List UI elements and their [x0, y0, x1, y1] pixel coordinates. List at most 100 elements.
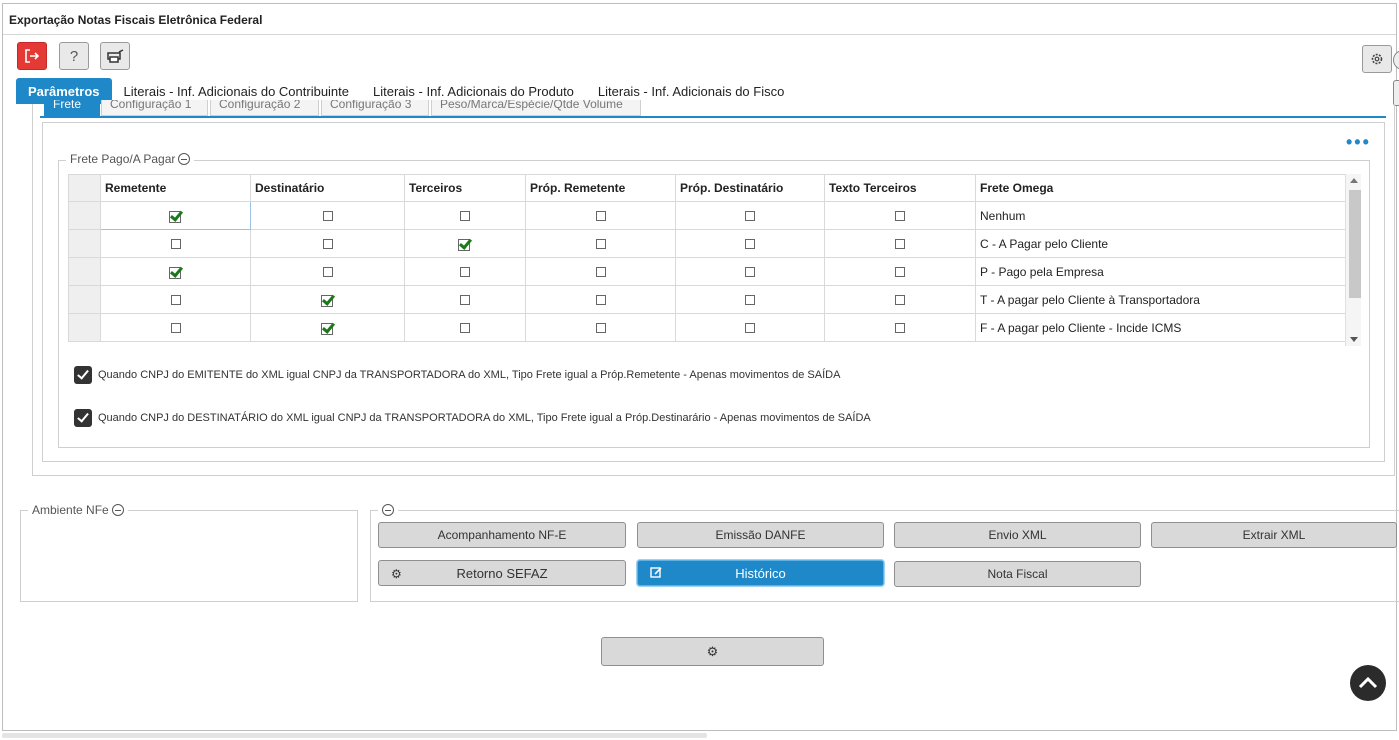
row-header[interactable] [68, 257, 101, 286]
checkbox[interactable] [595, 323, 606, 334]
envio-xml-button[interactable]: Envio XML [894, 522, 1141, 548]
subtab-peso-marca[interactable]: Peso/Marca/Espécie/Qtde Volume [431, 100, 641, 116]
col-destinatario[interactable]: Destinatário [250, 174, 405, 202]
col-frete-omega[interactable]: Frete Omega [975, 174, 1346, 202]
grid-cell[interactable] [404, 229, 526, 258]
scroll-up-icon[interactable] [1350, 178, 1358, 183]
grid-cell[interactable] [824, 313, 976, 342]
checkbox[interactable] [595, 267, 606, 278]
checkbox-checked[interactable] [168, 266, 183, 280]
subtab-configuracao-3[interactable]: Configuração 3 [321, 100, 429, 116]
table-row[interactable]: P - Pago pela Empresa [68, 257, 1346, 286]
acompanhamento-button[interactable]: Acompanhamento NF-E [378, 522, 626, 548]
row-header[interactable] [68, 201, 101, 230]
option-emitente-checkbox[interactable] [74, 366, 92, 384]
checkbox[interactable] [322, 267, 333, 278]
grid-cell[interactable] [404, 285, 526, 314]
grid-cell[interactable] [824, 257, 976, 286]
checkbox[interactable] [895, 239, 905, 250]
grid-cell[interactable] [675, 229, 825, 258]
grid-cell[interactable] [824, 201, 976, 230]
checkbox[interactable] [170, 295, 181, 306]
grid-cell[interactable] [675, 257, 825, 286]
grid-cell[interactable] [824, 285, 976, 314]
grid-cell[interactable] [525, 313, 676, 342]
grid-cell[interactable] [525, 285, 676, 314]
checkbox[interactable] [895, 211, 905, 222]
option-destinatario[interactable]: Quando CNPJ do DESTINATÁRIO do XML igual… [74, 409, 871, 427]
checkbox[interactable] [895, 323, 905, 334]
checkbox[interactable] [170, 323, 181, 334]
checkbox-checked[interactable] [458, 238, 472, 252]
subtab-configuracao-1[interactable]: Configuração 1 [101, 100, 208, 116]
checkbox[interactable] [595, 239, 606, 250]
row-header[interactable] [68, 313, 101, 342]
grid-cell[interactable] [525, 229, 676, 258]
grid-cell[interactable] [404, 201, 526, 230]
grid-cell[interactable] [100, 257, 251, 286]
col-prop-remetente[interactable]: Próp. Remetente [525, 174, 676, 202]
extrair-xml-button[interactable]: Extrair XML [1151, 522, 1397, 548]
grid-cell[interactable] [250, 313, 405, 342]
row-header[interactable] [68, 229, 101, 258]
execute-button[interactable]: ⚙ [601, 637, 824, 666]
grid-cell[interactable] [404, 313, 526, 342]
table-row[interactable]: F - A pagar pelo Cliente - Incide ICMS [68, 313, 1346, 342]
edge-handle-2[interactable] [1393, 80, 1399, 106]
checkbox-checked[interactable] [320, 322, 335, 336]
subtab-configuracao-2[interactable]: Configuração 2 [210, 100, 319, 116]
option-destinatario-checkbox[interactable] [74, 409, 92, 427]
checkbox[interactable] [745, 211, 755, 222]
col-texto-terceiros[interactable]: Texto Terceiros [824, 174, 976, 202]
collapse-icon[interactable] [382, 504, 394, 516]
checkbox[interactable] [745, 323, 755, 334]
col-terceiros[interactable]: Terceiros [404, 174, 526, 202]
col-remetente[interactable]: Remetente [100, 174, 251, 202]
option-emitente[interactable]: Quando CNPJ do EMITENTE do XML igual CNP… [74, 366, 840, 384]
grid-cell[interactable] [675, 313, 825, 342]
grid-scrollbar[interactable] [1345, 174, 1361, 346]
help-button[interactable]: ? [59, 42, 89, 70]
col-prop-destinatario[interactable]: Próp. Destinatário [675, 174, 825, 202]
print-button[interactable] [100, 42, 130, 70]
collapse-icon[interactable] [178, 153, 191, 165]
checkbox[interactable] [745, 239, 755, 250]
grid-cell[interactable] [675, 285, 825, 314]
grid-cell[interactable] [675, 201, 825, 230]
grid-cell[interactable] [100, 313, 251, 342]
scroll-to-top-button[interactable] [1350, 665, 1386, 701]
grid-cell[interactable] [100, 201, 251, 230]
checkbox[interactable] [460, 323, 470, 334]
checkbox[interactable] [460, 295, 470, 306]
grid-cell[interactable] [404, 257, 526, 286]
subtab-frete[interactable]: Frete [44, 100, 100, 116]
checkbox[interactable] [745, 267, 755, 278]
collapse-icon[interactable] [111, 504, 124, 516]
scroll-thumb[interactable] [1349, 190, 1361, 298]
checkbox[interactable] [745, 295, 755, 306]
checkbox[interactable] [595, 211, 606, 222]
scroll-down-icon[interactable] [1350, 337, 1358, 342]
table-row[interactable]: Nenhum [68, 201, 1346, 230]
retorno-sefaz-button[interactable]: ⚙ Retorno SEFAZ [378, 560, 626, 586]
nota-fiscal-button[interactable]: Nota Fiscal [894, 561, 1141, 587]
historico-button[interactable]: Histórico [637, 560, 884, 586]
checkbox-checked[interactable] [168, 210, 183, 224]
checkbox[interactable] [595, 295, 606, 306]
grid-cell[interactable] [250, 285, 405, 314]
checkbox[interactable] [170, 239, 181, 250]
grid-cell[interactable] [100, 285, 251, 314]
page-horizontal-scrollbar[interactable] [2, 733, 707, 738]
checkbox[interactable] [322, 239, 333, 250]
grid-cell[interactable] [250, 257, 405, 286]
settings-button[interactable] [1362, 45, 1392, 73]
checkbox-checked[interactable] [320, 294, 335, 308]
grid-cell[interactable] [100, 229, 251, 258]
checkbox[interactable] [322, 211, 333, 222]
emissao-danfe-button[interactable]: Emissão DANFE [637, 522, 884, 548]
more-options-icon[interactable]: ••• [1346, 132, 1371, 153]
row-header[interactable] [68, 285, 101, 314]
grid-cell[interactable] [824, 229, 976, 258]
grid-cell[interactable] [250, 229, 405, 258]
grid-cell[interactable] [525, 201, 676, 230]
